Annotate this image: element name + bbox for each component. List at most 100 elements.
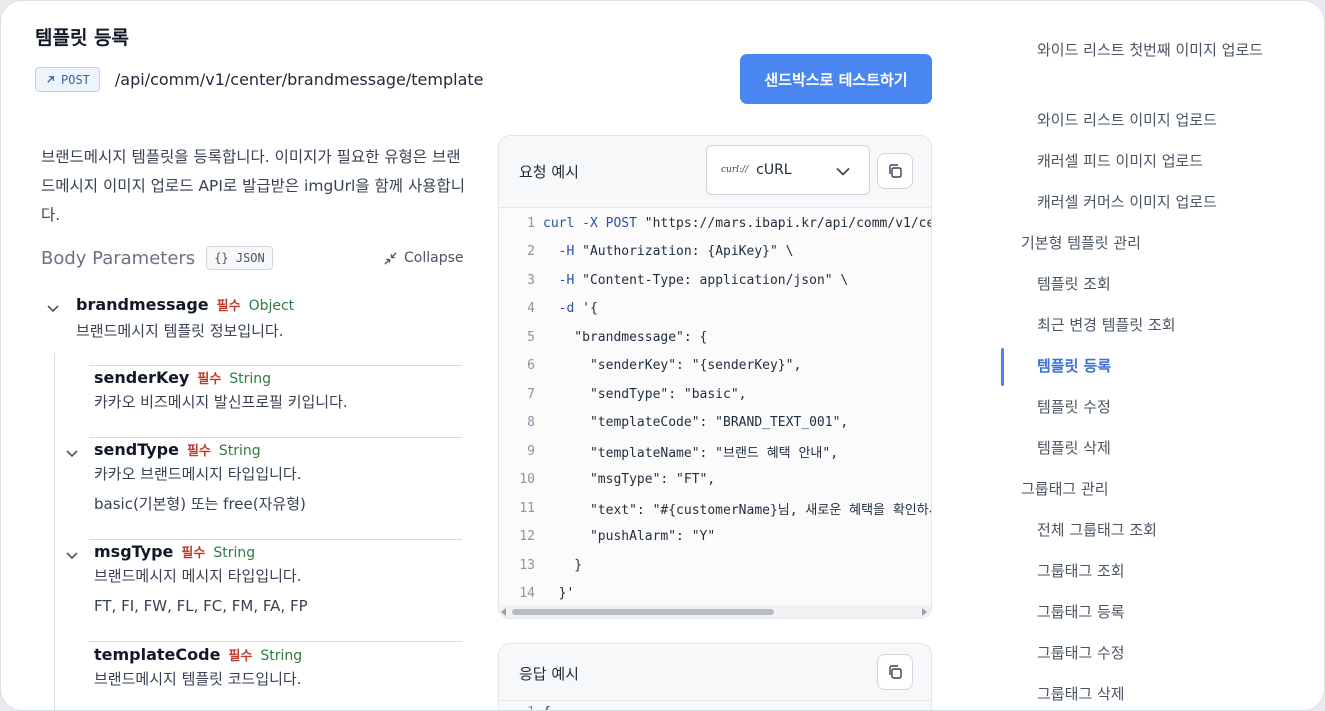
copy-button[interactable] [877, 654, 913, 690]
json-badge: {} JSON [206, 246, 273, 270]
line-number: 3 [527, 272, 535, 288]
language-select[interactable]: curl:// cURL [706, 145, 870, 195]
param-name: senderKey [94, 368, 190, 387]
line-number: 11 [519, 500, 535, 516]
code-text: "msgType": "FT", [543, 472, 716, 487]
divider [89, 437, 462, 438]
method-label: POST [61, 72, 90, 87]
line-number: 8 [527, 415, 535, 430]
code-text: -H "Content-Type: application/json" \ [558, 272, 849, 288]
toc-item[interactable]: 템플릿 수정 [1037, 393, 1277, 422]
code-block: 1 curl -X POST "https://mars.ibapi.kr/api… [499, 209, 931, 605]
divider [89, 365, 462, 366]
code-line: 3 -H "Content-Type: application/json" \ [499, 266, 931, 294]
collapse-arrows-icon [384, 251, 397, 265]
line-number: 9 [527, 443, 535, 459]
code-text: "pushAlarm": "Y" [543, 529, 716, 544]
nesting-line [54, 353, 55, 710]
required-badge: 필수 [197, 372, 222, 387]
divider [89, 539, 462, 540]
code-line: 9 "templateName": "브랜드 혜택 안내", [499, 437, 931, 465]
line-number: 12 [519, 529, 535, 544]
response-example-card: 응답 예시 1 { [498, 643, 932, 711]
chevron-down-icon[interactable] [65, 547, 79, 561]
code-text: "senderKey": "{senderKey}", [543, 358, 802, 373]
scroll-right-icon[interactable] [922, 608, 927, 616]
copy-icon [889, 164, 902, 178]
line-number: 10 [519, 472, 535, 487]
toc-item[interactable]: 최근 변경 템플릿 조회 [1037, 311, 1277, 340]
required-badge: 필수 [186, 444, 211, 459]
horizontal-scrollbar[interactable] [499, 605, 931, 618]
param-senderKey: senderKey 필수 String 카카오 비즈메시지 발신프로필 키입니다… [94, 368, 348, 417]
param-name: templateCode [94, 645, 221, 664]
toc-item[interactable]: 그룹태그 등록 [1037, 598, 1277, 627]
toc-item[interactable]: 그룹태그 수정 [1037, 639, 1277, 668]
copy-icon [889, 665, 902, 679]
param-sendType: sendType 필수 String 카카오 브랜드메시지 타입입니다. bas… [94, 440, 306, 519]
code-line: 10 "msgType": "FT", [499, 466, 931, 494]
code-text: -d '{ [558, 301, 598, 316]
line-number: 4 [527, 301, 535, 316]
param-description: basic(기본형) 또는 free(자유형) [94, 495, 306, 513]
code-line: 11 "text": "#{customerName}님, 새로운 혜택을 확인… [499, 494, 931, 522]
request-example-title: 요청 예시 [519, 163, 579, 181]
toc-item[interactable]: 기본형 템플릿 관리 [1021, 229, 1141, 258]
code-line: 1 curl -X POST "https://mars.ibapi.kr/api… [499, 209, 931, 237]
table-of-contents: 와이드 리스트 첫번째 이미지 업로드 와이드 리스트 이미지 업로드 캐러셀 … [1001, 1, 1311, 710]
curl-icon: curl:// [721, 165, 749, 175]
param-type: String [213, 545, 256, 561]
divider [89, 641, 462, 642]
param-description: 브랜드메시지 템플릿 코드입니다. [94, 670, 302, 688]
endpoint-path: /api/comm/v1/center/brandmessage/templat… [114, 70, 484, 89]
chevron-down-icon[interactable] [46, 300, 60, 314]
doc-page: 템플릿 등록 POST /api/comm/v1/center/brandmes… [0, 0, 1325, 711]
line-number: 5 [527, 329, 535, 345]
scrollbar-thumb[interactable] [512, 609, 774, 615]
code-text: curl -X POST "https://mars.ibapi.kr/api/… [543, 215, 931, 231]
page-title: 템플릿 등록 [35, 27, 130, 49]
code-line: 7 "sendType": "basic", [499, 380, 931, 408]
param-templateCode: templateCode 필수 String 브랜드메시지 템플릿 코드입니다. [94, 645, 302, 694]
response-example-header: 응답 예시 [499, 644, 931, 701]
param-type: String [218, 443, 261, 459]
param-name: brandmessage [76, 295, 209, 314]
toc-item[interactable]: 캐러셀 커머스 이미지 업로드 [1037, 188, 1277, 217]
toc-item[interactable]: 와이드 리스트 첫번째 이미지 업로드 [1037, 36, 1277, 65]
toc-item[interactable]: 템플릿 삭제 [1037, 434, 1277, 463]
code-line: 2 -H "Authorization: {ApiKey}" \ [499, 238, 931, 266]
copy-button[interactable] [877, 153, 913, 189]
code-line: 6 "senderKey": "{senderKey}", [499, 352, 931, 380]
code-line: 4 -d '{ [499, 295, 931, 323]
toc-item[interactable]: 템플릿 조회 [1037, 270, 1277, 299]
code-text: } [543, 557, 583, 573]
collapse-label: Collapse [404, 250, 464, 266]
toc-item[interactable]: 와이드 리스트 이미지 업로드 [1037, 106, 1277, 135]
request-example-card: 요청 예시 curl:// cURL 1 curl -X POST "https:… [498, 135, 932, 619]
toc-active-indicator [1001, 348, 1004, 386]
required-badge: 필수 [216, 299, 241, 314]
collapse-button[interactable]: Collapse [383, 250, 464, 266]
toc-item[interactable]: 캐러셀 피드 이미지 업로드 [1037, 147, 1277, 176]
scroll-left-icon[interactable] [501, 608, 506, 616]
param-name: sendType [94, 440, 179, 459]
chevron-down-icon[interactable] [65, 445, 79, 459]
response-example-title: 응답 예시 [519, 665, 579, 683]
chevron-down-icon [836, 167, 850, 176]
toc-item[interactable]: 그룹태그 조회 [1037, 557, 1277, 586]
param-brandmessage: brandmessage 필수 Object 브랜드메시지 템플릿 정보입니다. [76, 295, 294, 346]
param-description: 카카오 비즈메시지 발신프로필 키입니다. [94, 393, 348, 411]
code-text: "sendType": "basic", [543, 386, 747, 402]
code-line: 1 { [499, 702, 551, 711]
sandbox-test-button[interactable]: 샌드박스로 테스트하기 [740, 54, 932, 104]
body-parameters-title: Body Parameters [41, 247, 196, 269]
param-msgType: msgType 필수 String 브랜드메시지 메시지 타입입니다. FT, … [94, 542, 308, 621]
toc-item-active[interactable]: 템플릿 등록 [1037, 352, 1277, 381]
toc-item[interactable]: 그룹태그 삭제 [1037, 680, 1277, 709]
line-number: 1 [527, 215, 535, 231]
code-line: 12 "pushAlarm": "Y" [499, 523, 931, 551]
toc-item[interactable]: 그룹태그 관리 [1021, 475, 1109, 504]
param-type: Object [248, 298, 295, 314]
code-text: "brandmessage": { [543, 329, 708, 345]
toc-item[interactable]: 전체 그룹태그 조회 [1037, 516, 1277, 545]
